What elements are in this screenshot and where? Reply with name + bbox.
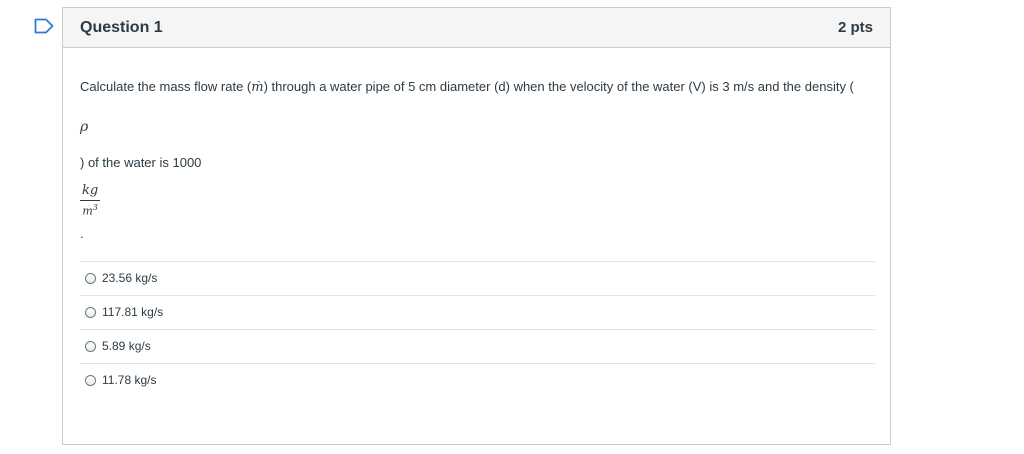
density-unit-fraction: kg m3: [80, 183, 101, 218]
answer-label[interactable]: 117.81 kg/s: [102, 305, 163, 319]
question-body: Calculate the mass flow rate (ṁ) through…: [63, 48, 890, 397]
answer-option[interactable]: 23.56 kg/s: [80, 262, 875, 296]
answer-label[interactable]: 11.78 kg/s: [102, 373, 156, 387]
answer-option[interactable]: 11.78 kg/s: [80, 364, 875, 397]
unit-denominator-base: m: [82, 204, 93, 218]
question-text-part1: Calculate the mass flow rate (: [80, 79, 252, 94]
answer-list: 23.56 kg/s 117.81 kg/s 5.89 kg/s 11.78 k…: [80, 260, 875, 397]
question-text: Calculate the mass flow rate (ṁ) through…: [80, 76, 870, 99]
answer-label[interactable]: 23.56 kg/s: [102, 271, 157, 285]
question-points: 2 pts: [837, 19, 873, 36]
question-text-part2: ) through a water pipe of 5 cm diameter …: [263, 79, 854, 94]
question-card: Question 1 2 pts Calculate the mass flow…: [62, 7, 891, 445]
question-title: Question 1: [80, 18, 163, 36]
question-text-part4: .: [80, 225, 84, 241]
density-symbol: ρ: [80, 119, 89, 135]
question-header: Question 1 2 pts: [63, 8, 890, 48]
radio-button[interactable]: [85, 374, 96, 386]
mass-flow-symbol: ṁ: [251, 80, 264, 95]
unit-exponent: 3: [92, 203, 98, 212]
radio-button[interactable]: [85, 306, 96, 318]
answer-option[interactable]: 117.81 kg/s: [80, 296, 875, 330]
answer-option[interactable]: 5.89 kg/s: [80, 330, 875, 364]
flag-question-icon[interactable]: [34, 18, 54, 34]
radio-button[interactable]: [85, 340, 96, 352]
question-text-part3: ) of the water is 1000: [80, 155, 202, 170]
answer-label[interactable]: 5.89 kg/s: [102, 339, 151, 353]
quiz-page: Question 1 2 pts Calculate the mass flow…: [0, 0, 1024, 454]
radio-button[interactable]: [85, 272, 96, 284]
unit-numerator: kg: [80, 183, 101, 201]
unit-denominator: m3: [80, 201, 100, 218]
